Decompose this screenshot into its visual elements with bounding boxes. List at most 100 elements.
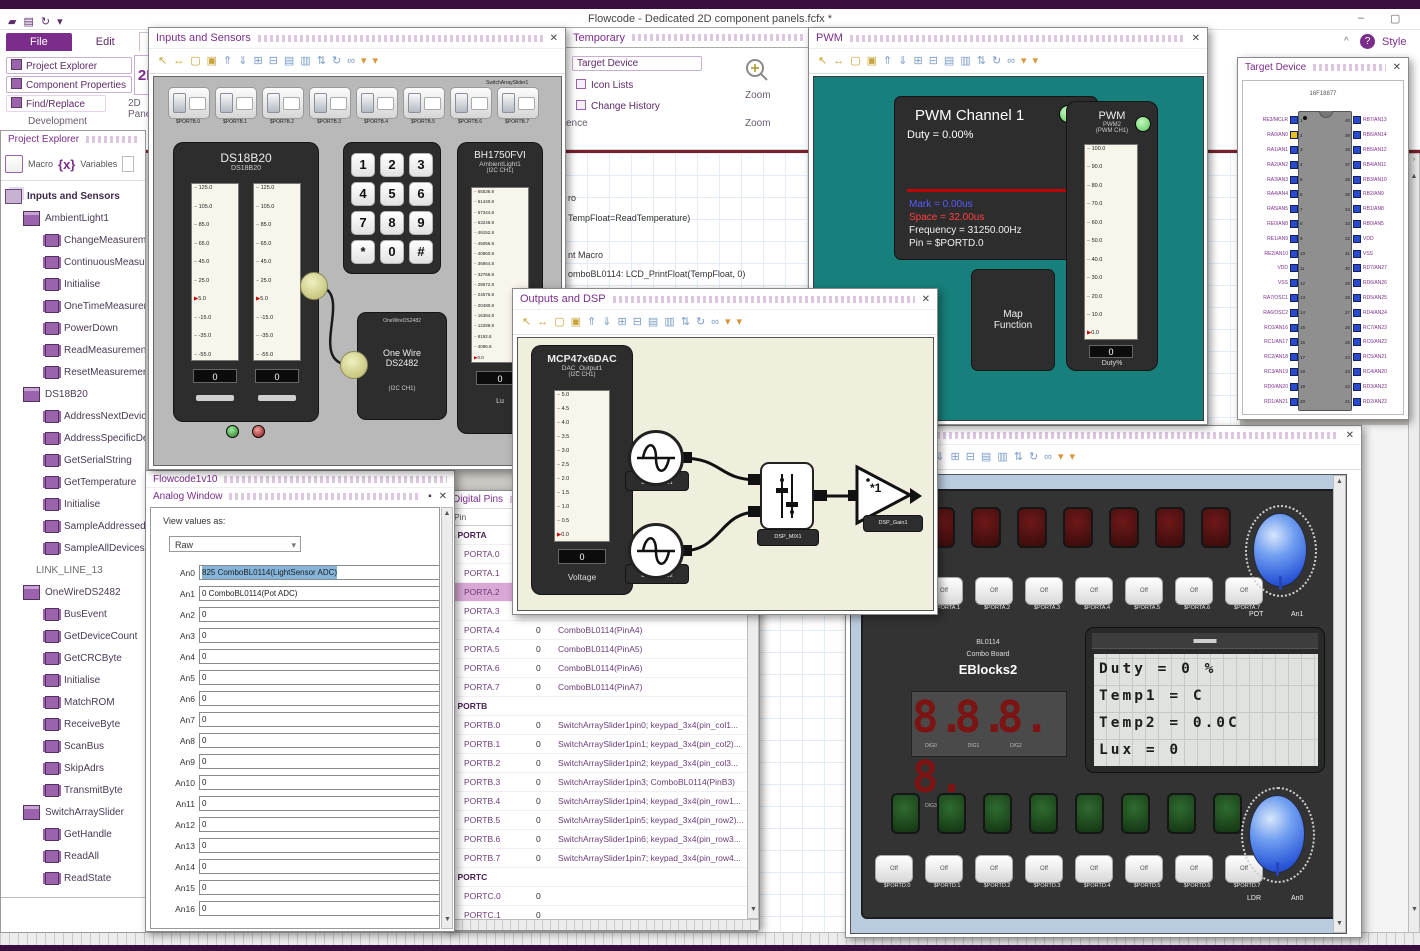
analog-row[interactable]: An7 0 [151,709,439,730]
icon-lists-check[interactable]: Icon Lists [576,79,633,91]
close-icon[interactable]: ✕ [550,33,558,44]
panel-drag-area[interactable] [229,492,422,500]
chip-pin[interactable]: 26 RC7/AN23 [1341,320,1403,335]
chip-pin[interactable]: 40 RB7/AN13 [1341,113,1403,128]
chip-pin[interactable]: 35 RB2/AN9 [1341,187,1403,202]
chip-pin[interactable]: RA1/AN1 3 [1243,143,1309,158]
toolbar-icon[interactable]: ▾ [1070,451,1076,463]
panel-drag-area[interactable] [612,295,915,303]
chip-pin[interactable]: 32 VDD [1341,231,1403,246]
chip-pin[interactable]: RC1/AN17 16 [1243,335,1309,350]
analog-value-field[interactable]: 0 [199,817,439,832]
toolbar-icon[interactable]: ⊟ [929,55,938,67]
analog-row[interactable]: An11 0 [151,793,439,814]
project-tree-item[interactable]: AddressSpecificDev [1,427,145,449]
toolbar-icon[interactable]: ⊞ [617,316,626,328]
project-tree-item[interactable]: ScanBus [1,735,145,757]
portd-switch[interactable]: Off $PORTD.4 [1075,855,1119,889]
outputs-canvas[interactable]: MCP47x6DAC DAC_Output1 (I2C CH1) 5.04.54… [517,337,934,611]
analog-row[interactable]: An0 825 ComboBL0114(LightSensor ADC) [151,562,439,583]
scroll-down-icon[interactable]: ▼ [1336,920,1343,927]
chip-pin[interactable]: 34 RB1/AN8 [1341,202,1403,217]
ribbon-tab[interactable]: Edit [72,33,139,51]
toolbar-icon[interactable]: ▢ [850,55,860,67]
project-tree-item[interactable]: SampleAllDevices [1,537,145,559]
chip-pin[interactable]: RA6/OSC2 14 [1243,305,1309,320]
project-tree-item[interactable]: BusEvent [1,603,145,625]
chip-pin[interactable]: 21 RD2/AN22 [1341,394,1403,409]
chip-pin[interactable]: 33 RB0/AN5 [1341,217,1403,232]
toolbar-icon[interactable]: ▣ [867,55,877,67]
toolbar-icon[interactable]: ▤ [284,55,294,67]
digital-pin-row[interactable]: PORTC.0 0 [446,887,759,906]
toolbar-icon[interactable]: ↔ [833,55,844,67]
portd-switch[interactable]: Off $PORTD.2 [975,855,1019,889]
toolbar-icon[interactable]: ⇑ [587,316,596,328]
toolbar-icon[interactable]: ⊞ [913,55,922,67]
analog-row[interactable]: An1 0 ComboBL0114(Pot ADC) [151,583,439,604]
portd-switch[interactable]: Off $PORTD.1 [925,855,969,889]
toolbar-icon[interactable]: ▤ [981,451,991,463]
icon-lists-checkbox[interactable] [576,79,586,89]
toolbar-icon[interactable]: ▥ [997,451,1007,463]
close-icon[interactable]: ✕ [1192,33,1200,44]
project-tree-item[interactable]: Initialise [1,273,145,295]
chip-pin[interactable]: RD0/AN20 19 [1243,379,1309,394]
toolbar-icon[interactable]: ↖ [818,55,827,67]
digital-pin-row[interactable]: PORTB.5 0 SwitchArraySlider1pin5; keypad_3… [446,811,759,830]
toolbar-icon[interactable]: ▥ [960,55,970,67]
toolbar-icon[interactable]: ↔ [173,55,184,67]
close-icon[interactable]: ✕ [1393,62,1401,73]
project-tree-item[interactable]: SkipAdrs [1,757,145,779]
panel-drag-area[interactable] [631,34,804,41]
digital-pin-row[interactable]: PORTA.5 0 ComboBL0114(PinA5) [446,640,759,659]
toolbar-icon[interactable]: ⇑ [223,55,232,67]
analog-value-field[interactable]: 0 [199,796,439,811]
toolbar-icon[interactable]: ⊞ [253,55,262,67]
analog-value-field[interactable]: 0 [199,733,439,748]
scroll-right-icon[interactable]: › [1409,156,1419,163]
analog-value-field[interactable]: 0 [199,775,439,790]
analog-row[interactable]: An10 0 [151,772,439,793]
porta-switch[interactable]: Off $PORTA.2 [975,577,1019,611]
clipped-tab-icon[interactable] [122,156,135,172]
analog-row[interactable]: An3 0 [151,625,439,646]
toolbar-icon[interactable]: ▢ [190,55,200,67]
chip-pin[interactable]: 30 RD7/AN27 [1341,261,1403,276]
analog-value-field[interactable]: 0 [199,838,439,853]
project-tree-item[interactable]: ReadMeasurement [1,339,145,361]
portd-switch[interactable]: Off $PORTD.3 [1025,855,1069,889]
digital-pin-row[interactable]: PORTA.4 0 ComboBL0114(PinA4) [446,621,759,640]
project-tree-item[interactable]: DS18B20 [1,383,145,405]
chip-pin[interactable]: RA5/AN5 7 [1243,202,1309,217]
panel-drag-area[interactable] [257,34,543,42]
project-tree-item[interactable]: OneWireDS2482 [1,581,145,603]
analog-value-field[interactable]: 0 [199,649,439,664]
toolbar-icon[interactable]: ⊟ [633,316,642,328]
toolbar-icon[interactable]: ⊟ [269,55,278,67]
toolbar-icon[interactable]: ↖ [158,55,167,67]
chip-pin[interactable]: RA3/AN3 5 [1243,172,1309,187]
scroll-up-icon[interactable]: ▲ [1409,173,1419,180]
dsp-wave2-component[interactable] [628,523,684,579]
toolbar-icon[interactable]: ▾ [1033,55,1039,67]
toolbar-icon[interactable]: ↻ [992,55,1001,67]
analog-value-field[interactable]: 0 [199,901,439,916]
chip-pin[interactable]: RE0/AN8 8 [1243,217,1309,232]
toolbar-icon[interactable]: ⇅ [681,316,690,328]
toolbar-icon[interactable]: ⊞ [950,451,959,463]
project-tree-item[interactable]: Inputs and Sensors [1,185,145,207]
project-tree-item[interactable]: Initialise [1,669,145,691]
find-replace-button[interactable]: Find/Replace [6,95,106,112]
project-tree-item[interactable]: TransmitByte [1,779,145,801]
toolbar-icon[interactable]: ↻ [332,55,341,67]
chip-pin[interactable]: RA0/AN0 2 [1243,128,1309,143]
chip-pin[interactable]: 36 RB3/AN10 [1341,172,1403,187]
close-icon[interactable]: ✕ [439,491,447,502]
analog-value-field[interactable]: 0 [199,670,439,685]
chip-pin[interactable]: 29 RD6/AN26 [1341,276,1403,291]
toolbar-icon[interactable]: ∞ [1007,55,1015,67]
target-device-check[interactable]: Target Device [572,56,702,71]
toolbar-icon[interactable]: ∞ [1044,451,1052,463]
chip-pin[interactable]: RA4/AN4 6 [1243,187,1309,202]
